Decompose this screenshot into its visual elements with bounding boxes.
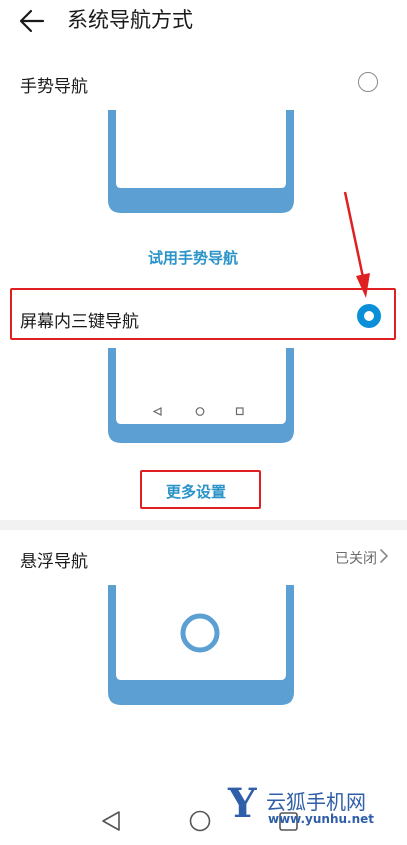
watermark-name: 云狐手机网 [266, 790, 366, 814]
floating-nav-label[interactable]: 悬浮导航 [20, 547, 88, 572]
section-divider [0, 520, 407, 530]
nav-home-icon[interactable] [189, 810, 211, 832]
nav-back-icon[interactable] [102, 811, 120, 831]
more-settings-link[interactable]: 更多设置 [166, 481, 226, 502]
floating-nav-status[interactable]: 已关闭 [335, 548, 377, 568]
floating-phone-illustration [108, 585, 294, 705]
three-key-phone-illustration [108, 348, 294, 443]
watermark-letter: Y [228, 780, 257, 827]
watermark-url: www.yunhu.net [268, 812, 375, 826]
chevron-right-icon[interactable] [379, 548, 389, 564]
